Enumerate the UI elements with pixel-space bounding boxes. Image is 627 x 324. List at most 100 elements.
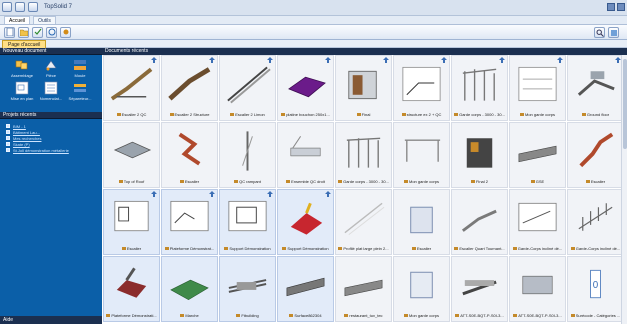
drawing-tool[interactable]: Mise en plan bbox=[8, 81, 36, 101]
tab-accueil[interactable]: Accueil bbox=[4, 16, 31, 24]
document-title: Plateforme Démonstrat... bbox=[169, 246, 215, 251]
document-thumbnail bbox=[107, 59, 156, 109]
recent-document-tile[interactable]: Escalier bbox=[393, 189, 450, 255]
pin-icon[interactable] bbox=[325, 57, 331, 65]
window-buttons bbox=[607, 3, 625, 11]
recent-document-tile[interactable]: Ground floor bbox=[567, 55, 624, 121]
recent-document-tile[interactable]: Escalier 2 QC bbox=[103, 55, 160, 121]
pin-icon[interactable] bbox=[557, 57, 563, 65]
recent-document-tile[interactable]: Escalier 2 Structure bbox=[161, 55, 218, 121]
mold-label: Moule bbox=[74, 73, 86, 78]
recent-document-tile[interactable]: Garde corps - 3000 - 30... bbox=[451, 55, 508, 121]
document-title: Escalier 2 Limon bbox=[235, 112, 265, 117]
options-icon[interactable] bbox=[608, 27, 619, 38]
check-button[interactable] bbox=[32, 26, 43, 38]
undo-icon[interactable] bbox=[28, 2, 38, 12]
recent-document-tile[interactable]: Top of Roof bbox=[103, 122, 160, 188]
document-caption: QC rampant bbox=[221, 179, 274, 185]
recent-document-tile[interactable]: 0 Surécode - Catégories ... bbox=[567, 256, 624, 322]
recent-document-tile[interactable]: Escalier 2 Limon bbox=[219, 55, 276, 121]
new-document-button[interactable] bbox=[4, 26, 15, 38]
recent-document-tile[interactable]: Plateforme Démonstrati... bbox=[103, 256, 160, 322]
recent-document-tile[interactable]: Garde-Corps incliné dé... bbox=[509, 189, 566, 255]
pin-icon[interactable] bbox=[267, 191, 273, 199]
minimize-button[interactable] bbox=[607, 3, 615, 11]
recent-document-tile[interactable]: Marche bbox=[161, 256, 218, 322]
recent-document-tile[interactable]: QC rampant bbox=[219, 122, 276, 188]
recent-document-tile[interactable]: Plateforme Démonstrat... bbox=[161, 189, 218, 255]
file-type-icon bbox=[121, 247, 126, 251]
recent-document-tile[interactable]: Profilé plat large plein 2... bbox=[335, 189, 392, 255]
recent-document-tile[interactable]: Mon garde corps bbox=[393, 256, 450, 322]
recent-document-tile[interactable]: Mon garde corps bbox=[509, 55, 566, 121]
save-icon[interactable] bbox=[15, 2, 25, 12]
document-title: Top of Roof bbox=[123, 179, 145, 184]
mold-tool[interactable]: Moule bbox=[66, 58, 94, 78]
recent-projects-header: Projets récents bbox=[0, 112, 102, 119]
vertical-scrollbar[interactable] bbox=[621, 55, 627, 324]
search-icon[interactable] bbox=[594, 27, 605, 38]
recent-document-tile[interactable]: Garde corps - 3000 - 30... bbox=[335, 122, 392, 188]
recent-document-tile[interactable]: platine bouchon 250x1... bbox=[277, 55, 334, 121]
recent-document-tile[interactable]: ATT-S0E-BQT-P-S0I-3... bbox=[451, 256, 508, 322]
app-menu-icon[interactable] bbox=[2, 2, 12, 12]
recent-document-tile[interactable]: ATT-S0E-BQT-P-S0I-3... bbox=[509, 256, 566, 322]
recent-document-tile[interactable]: Support Démonstration bbox=[219, 189, 276, 255]
recent-document-tile[interactable]: Escalier bbox=[161, 122, 218, 188]
file-type-icon bbox=[180, 314, 185, 318]
document-title: Escalier bbox=[184, 179, 200, 184]
document-caption: GSE bbox=[511, 179, 564, 185]
recent-project-item[interactable]: St.Joll démonstration métallerie bbox=[6, 147, 102, 153]
document-thumbnail: 0 bbox=[571, 260, 620, 310]
document-thumbnail bbox=[107, 193, 156, 243]
file-type-icon bbox=[338, 247, 343, 251]
separator-tool[interactable]: Sépareteur... bbox=[66, 81, 94, 101]
recent-document-tile[interactable]: Escalier bbox=[103, 189, 160, 255]
pin-icon[interactable] bbox=[151, 191, 157, 199]
recent-document-tile[interactable]: Final 2 bbox=[451, 122, 508, 188]
recent-document-tile[interactable]: Final bbox=[335, 55, 392, 121]
recent-document-tile[interactable]: GSE bbox=[509, 122, 566, 188]
open-button[interactable] bbox=[18, 26, 29, 38]
recent-document-tile[interactable]: Ensemble QC droit bbox=[277, 122, 334, 188]
pin-icon[interactable] bbox=[325, 191, 331, 199]
recent-document-tile[interactable]: Garde-Corps incliné dé... bbox=[567, 189, 624, 255]
recent-document-tile[interactable]: Escalier Quart Tournant... bbox=[451, 189, 508, 255]
settings-button[interactable] bbox=[60, 26, 71, 38]
document-caption: Escalier bbox=[163, 179, 216, 185]
pin-icon[interactable] bbox=[383, 57, 389, 65]
close-button[interactable] bbox=[617, 3, 625, 11]
recent-document-tile[interactable]: Surface862304 bbox=[277, 256, 334, 322]
drawing-icon bbox=[14, 81, 30, 95]
pin-icon[interactable] bbox=[441, 57, 447, 65]
tab-page-accueil[interactable]: Page d'accueil bbox=[2, 40, 47, 48]
svg-text:0: 0 bbox=[593, 280, 599, 291]
pin-icon[interactable] bbox=[209, 57, 215, 65]
document-title: Escalier 2 QC bbox=[121, 112, 147, 117]
recent-document-tile[interactable]: Support Démonstration bbox=[277, 189, 334, 255]
document-thumbnail bbox=[455, 59, 504, 109]
recent-document-tile[interactable]: Mon garde corps bbox=[393, 122, 450, 188]
document-thumbnail bbox=[571, 59, 620, 109]
document-thumbnail bbox=[513, 193, 562, 243]
file-type-icon bbox=[169, 113, 174, 117]
bom-tool[interactable]: Nomenclat... bbox=[37, 81, 65, 101]
recent-document-tile[interactable]: structure ex 2 + QC bbox=[393, 55, 450, 121]
pin-icon[interactable] bbox=[267, 57, 273, 65]
assembly-tool[interactable]: Assemblage bbox=[8, 58, 36, 78]
scrollbar-thumb[interactable] bbox=[623, 59, 627, 149]
document-caption: Garde corps - 3000 - 30... bbox=[337, 179, 390, 185]
recent-document-tile[interactable]: Escalier bbox=[567, 122, 624, 188]
pin-icon[interactable] bbox=[151, 57, 157, 65]
pin-icon[interactable] bbox=[499, 57, 505, 65]
recent-document-tile[interactable]: Ftbuilding bbox=[219, 256, 276, 322]
document-thumbnail bbox=[397, 260, 446, 310]
document-title: ATT-S0E-BQT-P-S0I-3... bbox=[518, 313, 562, 318]
help-panel-header[interactable]: Aide bbox=[0, 316, 102, 324]
pin-icon[interactable] bbox=[209, 191, 215, 199]
part-tool[interactable]: Pièce bbox=[37, 58, 65, 78]
refresh-button[interactable] bbox=[46, 26, 57, 38]
document-title: Escalier Quart Tournant... bbox=[459, 246, 505, 251]
tab-outils[interactable]: Outils bbox=[33, 16, 56, 24]
recent-document-tile[interactable]: restaurant_tuv_tec bbox=[335, 256, 392, 322]
